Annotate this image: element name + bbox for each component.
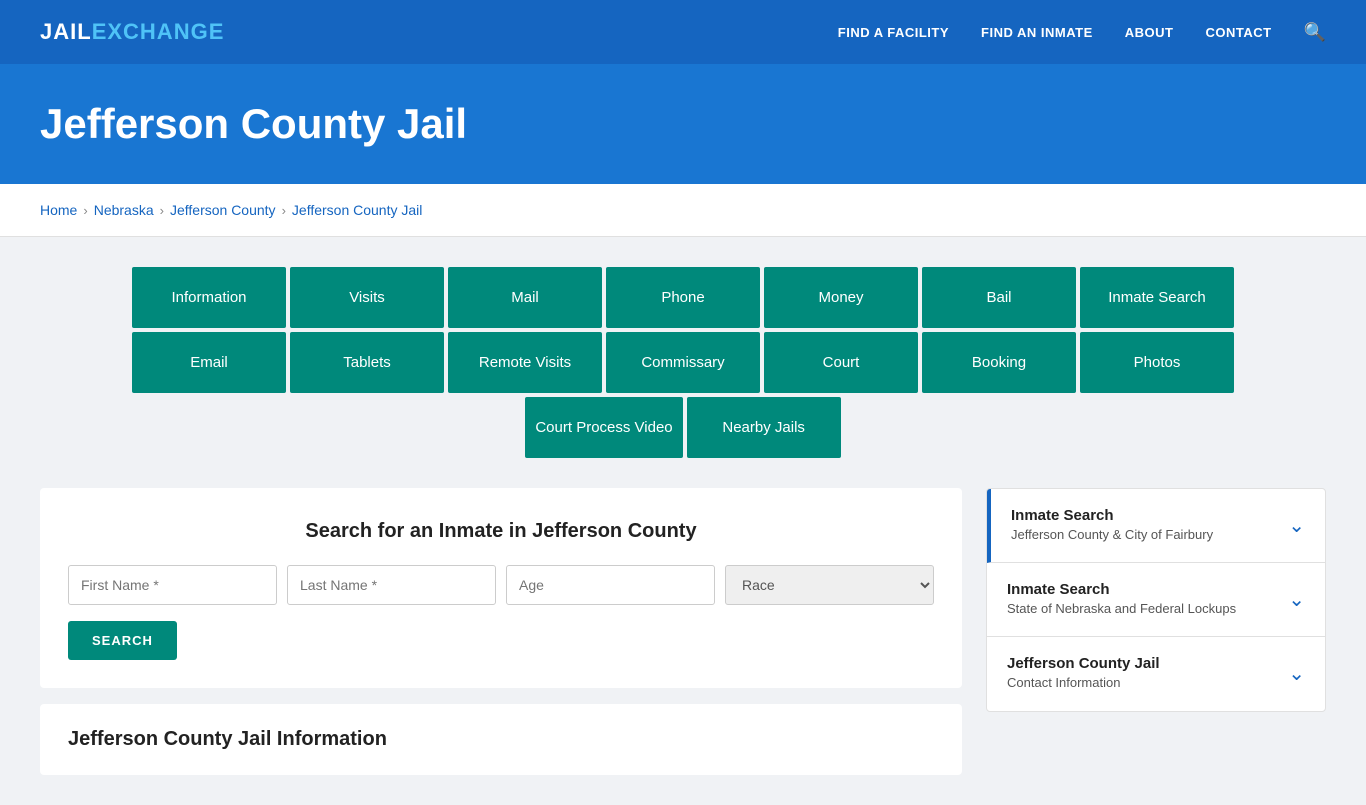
logo-exchange: EXCHANGE [92,19,225,45]
nav-find-facility[interactable]: FIND A FACILITY [838,25,949,40]
search-icon[interactable]: 🔍 [1304,22,1326,43]
sidebar-item-title-3: Jefferson County Jail [1007,655,1160,672]
btn-phone[interactable]: Phone [606,267,760,328]
btn-court[interactable]: Court [764,332,918,393]
sidebar-item-inmate-search-jefferson[interactable]: Inmate Search Jefferson County & City of… [987,489,1325,563]
sidebar-item-subtitle-1: Jefferson County & City of Fairbury [1011,526,1213,544]
last-name-input[interactable] [287,565,496,605]
breadcrumb: Home › Nebraska › Jefferson County › Jef… [40,202,1326,218]
btn-booking[interactable]: Booking [922,332,1076,393]
search-fields: Race White Black Hispanic Asian Other [68,565,934,605]
nav-buttons-row1: Information Visits Mail Phone Money Bail… [132,267,1234,328]
sidebar-item-inmate-search-nebraska[interactable]: Inmate Search State of Nebraska and Fede… [987,563,1325,637]
btn-remote-visits[interactable]: Remote Visits [448,332,602,393]
chevron-down-icon-1: ⌄ [1288,513,1305,538]
logo[interactable]: JAILEXCHANGE [40,19,224,45]
sidebar-item-title-2: Inmate Search [1007,581,1236,598]
first-name-input[interactable] [68,565,277,605]
sidebar-item-contact-info[interactable]: Jefferson County Jail Contact Informatio… [987,637,1325,710]
btn-tablets[interactable]: Tablets [290,332,444,393]
main-nav: FIND A FACILITY FIND AN INMATE ABOUT CON… [838,22,1326,43]
nav-find-inmate[interactable]: FIND AN INMATE [981,25,1093,40]
sidebar-item-content-2: Inmate Search State of Nebraska and Fede… [1007,581,1236,618]
info-title: Jefferson County Jail Information [68,728,934,751]
btn-inmate-search[interactable]: Inmate Search [1080,267,1234,328]
info-section: Jefferson County Jail Information [40,704,962,775]
search-title: Search for an Inmate in Jefferson County [68,520,934,543]
btn-money[interactable]: Money [764,267,918,328]
age-input[interactable] [506,565,715,605]
header: JAILEXCHANGE FIND A FACILITY FIND AN INM… [0,0,1366,64]
content-area: Search for an Inmate in Jefferson County… [40,488,1326,775]
breadcrumb-current: Jefferson County Jail [292,202,422,218]
search-box: Search for an Inmate in Jefferson County… [40,488,962,688]
btn-nearby-jails[interactable]: Nearby Jails [687,397,841,458]
btn-visits[interactable]: Visits [290,267,444,328]
breadcrumb-bar: Home › Nebraska › Jefferson County › Jef… [0,184,1366,237]
breadcrumb-home[interactable]: Home [40,202,77,218]
search-button[interactable]: SEARCH [68,621,177,660]
btn-mail[interactable]: Mail [448,267,602,328]
sidebar-item-subtitle-2: State of Nebraska and Federal Lockups [1007,600,1236,618]
sidebar: Inmate Search Jefferson County & City of… [986,488,1326,712]
breadcrumb-sep-1: › [83,203,87,218]
sidebar-item-content-3: Jefferson County Jail Contact Informatio… [1007,655,1160,692]
btn-photos[interactable]: Photos [1080,332,1234,393]
main-content: Information Visits Mail Phone Money Bail… [0,237,1366,805]
nav-buttons-row3: Court Process Video Nearby Jails [525,397,840,458]
sidebar-item-content-1: Inmate Search Jefferson County & City of… [1011,507,1213,544]
page-title: Jefferson County Jail [40,100,1326,148]
chevron-down-icon-2: ⌄ [1288,587,1305,612]
breadcrumb-jefferson-county[interactable]: Jefferson County [170,202,276,218]
sidebar-item-subtitle-3: Contact Information [1007,674,1160,692]
btn-information[interactable]: Information [132,267,286,328]
btn-court-process-video[interactable]: Court Process Video [525,397,682,458]
breadcrumb-nebraska[interactable]: Nebraska [94,202,154,218]
nav-buttons-grid: Information Visits Mail Phone Money Bail… [40,267,1326,458]
breadcrumb-sep-3: › [282,203,286,218]
sidebar-item-title-1: Inmate Search [1011,507,1213,524]
race-select[interactable]: Race White Black Hispanic Asian Other [725,565,934,605]
btn-bail[interactable]: Bail [922,267,1076,328]
logo-jail: JAIL [40,19,92,45]
left-panel: Search for an Inmate in Jefferson County… [40,488,962,775]
btn-commissary[interactable]: Commissary [606,332,760,393]
btn-email[interactable]: Email [132,332,286,393]
nav-about[interactable]: ABOUT [1125,25,1174,40]
chevron-down-icon-3: ⌄ [1288,661,1305,686]
nav-contact[interactable]: CONTACT [1205,25,1271,40]
nav-buttons-row2: Email Tablets Remote Visits Commissary C… [132,332,1234,393]
breadcrumb-sep-2: › [160,203,164,218]
hero-section: Jefferson County Jail [0,64,1366,184]
